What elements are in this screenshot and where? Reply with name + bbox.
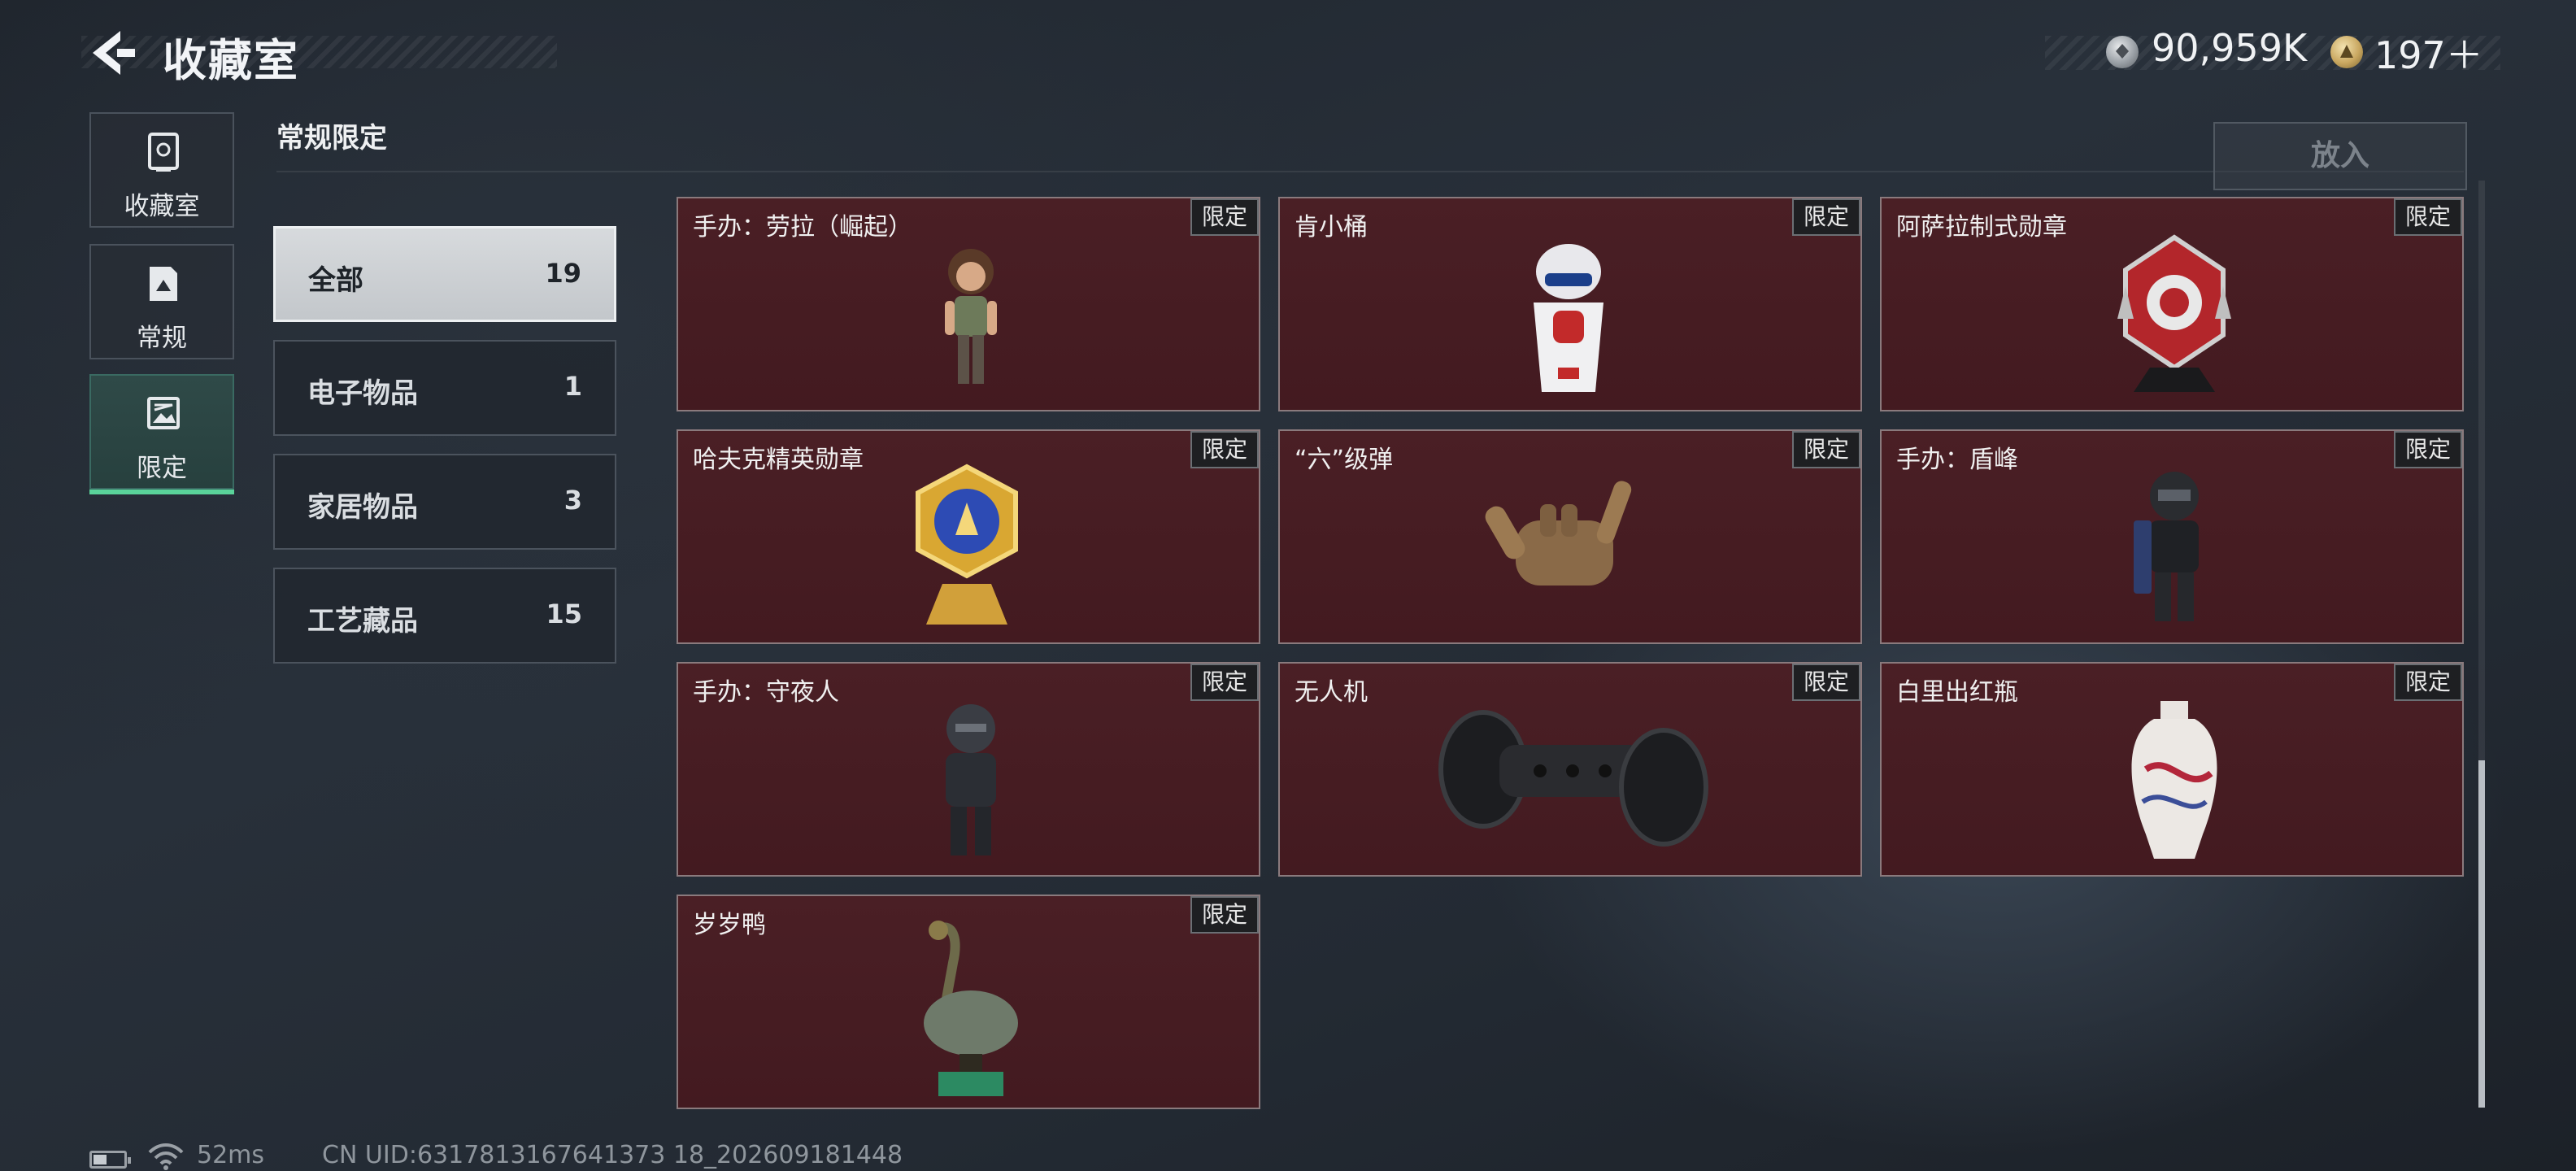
insert-button[interactable]: 放入 <box>2213 122 2467 190</box>
item-name: 手办：劳拉（崛起） <box>693 213 912 242</box>
item-name: 哈夫克精英勋章 <box>693 446 864 474</box>
kfc-bucket-icon <box>1534 244 1603 392</box>
category-count: 15 <box>546 599 582 629</box>
category-count: 19 <box>545 258 581 289</box>
image-icon <box>147 397 180 429</box>
silver-currency-amount: 90,959K <box>2152 26 2308 70</box>
limited-badge: 限定 <box>1190 431 1259 468</box>
nav-label: 限定 <box>137 454 187 483</box>
item-name: 手办：守夜人 <box>693 678 839 707</box>
nav-item-limited[interactable]: 限定 <box>89 374 234 494</box>
vault-icon <box>148 133 179 172</box>
category-count: 3 <box>564 485 582 516</box>
item-card[interactable]: 手办：劳拉（崛起） 限定 <box>677 197 1260 411</box>
item-card[interactable]: 手办：守夜人 限定 <box>677 662 1260 877</box>
limited-badge: 限定 <box>1190 896 1259 934</box>
page-title: 收藏室 <box>163 35 299 86</box>
duck-icon <box>924 921 1018 1096</box>
limited-badge: 限定 <box>1190 664 1259 701</box>
nav-item-vault[interactable]: 收藏室 <box>89 112 234 228</box>
item-name: 白里出红瓶 <box>1896 678 2018 707</box>
limited-badge: 限定 <box>2393 198 2462 236</box>
user-uid: CN UID:6317813167641373 18_202609181448 <box>322 1141 903 1169</box>
item-card[interactable]: 肯小桶 限定 <box>1278 197 1862 411</box>
category-household[interactable]: 家居物品 3 <box>273 454 616 550</box>
limited-badge: 限定 <box>2393 431 2462 468</box>
category-crafts[interactable]: 工艺藏品 15 <box>273 568 616 664</box>
drone-icon <box>1438 710 1708 847</box>
medal-red-icon <box>2117 234 2231 392</box>
battery-icon <box>89 1151 131 1169</box>
header-stripe <box>81 36 557 68</box>
silver-coin-icon <box>2106 36 2139 68</box>
limited-badge: 限定 <box>2393 664 2462 701</box>
back-arrow-icon[interactable] <box>88 28 137 78</box>
ping-readout: 52ms <box>197 1141 265 1169</box>
section-divider <box>276 171 2464 172</box>
category-all[interactable]: 全部 19 <box>273 226 616 322</box>
limited-badge: 限定 <box>1190 198 1259 236</box>
figure-lara-icon <box>945 249 997 384</box>
item-name: 岁岁鸭 <box>693 911 766 939</box>
item-card[interactable]: “六”级弹 限定 <box>1278 429 1862 644</box>
category-label: 电子物品 <box>307 377 418 410</box>
item-name: 手办：盾峰 <box>1896 446 2018 474</box>
limited-badge: 限定 <box>1791 431 1860 468</box>
item-card[interactable]: 岁岁鸭 限定 <box>677 895 1260 1109</box>
gold-currency-amount[interactable]: 197＋ <box>2374 26 2483 80</box>
nav-label: 常规 <box>137 324 187 353</box>
item-card[interactable]: 哈夫克精英勋章 限定 <box>677 429 1260 644</box>
figure-shield-icon <box>2134 472 2199 621</box>
vase-icon <box>2131 701 2217 859</box>
item-name: 肯小桶 <box>1295 213 1368 242</box>
category-label: 全部 <box>308 264 363 297</box>
item-name: 阿萨拉制式勋章 <box>1896 213 2067 242</box>
bullet-hand-icon <box>1485 481 1632 586</box>
category-electronics[interactable]: 电子物品 1 <box>273 340 616 436</box>
wifi-icon <box>148 1143 184 1170</box>
medal-gold-icon <box>916 464 1018 625</box>
item-card[interactable]: 手办：盾峰 限定 <box>1880 429 2464 644</box>
category-label: 工艺藏品 <box>307 605 418 638</box>
category-label: 家居物品 <box>307 491 418 524</box>
nav-label: 收藏室 <box>124 192 200 221</box>
gold-coin-icon <box>2330 36 2363 68</box>
figure-watchman-icon <box>946 704 996 855</box>
item-card[interactable]: 阿萨拉制式勋章 限定 <box>1880 197 2464 411</box>
item-name: 无人机 <box>1295 678 1368 707</box>
section-title: 常规限定 <box>276 122 387 155</box>
limited-badge: 限定 <box>1791 664 1860 701</box>
category-count: 1 <box>564 371 582 402</box>
scrollbar-thumb[interactable] <box>2478 760 2485 1108</box>
document-icon <box>150 267 177 301</box>
item-name: “六”级弹 <box>1295 446 1394 474</box>
item-card[interactable]: 白里出红瓶 限定 <box>1880 662 2464 877</box>
item-card[interactable]: 无人机 限定 <box>1278 662 1862 877</box>
limited-badge: 限定 <box>1791 198 1860 236</box>
nav-item-regular[interactable]: 常规 <box>89 244 234 359</box>
